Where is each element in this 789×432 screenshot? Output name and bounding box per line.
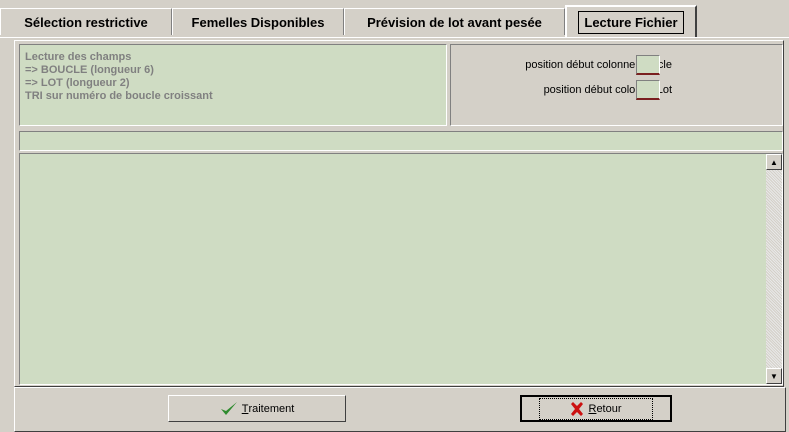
boucle-position-field[interactable] bbox=[636, 55, 660, 75]
scroll-down-icon[interactable]: ▼ bbox=[766, 368, 782, 384]
traitement-mnemonic: T bbox=[241, 402, 249, 415]
tab-selection-restrictive[interactable]: Sélection restrictive bbox=[0, 8, 172, 35]
position-box: position début colonne Boucle position d… bbox=[450, 44, 783, 126]
cross-icon bbox=[570, 401, 584, 416]
file-content-memo[interactable]: ▲ ▼ bbox=[19, 153, 783, 385]
retour-mnemonic: R bbox=[588, 402, 597, 415]
info-box: Lecture des champs => BOUCLE (longueur 6… bbox=[19, 44, 447, 126]
lot-position-field[interactable] bbox=[636, 80, 660, 100]
tab-lecture-fichier[interactable]: Lecture Fichier bbox=[565, 5, 697, 37]
traitement-label: raitement bbox=[248, 402, 295, 415]
tab-label: Sélection restrictive bbox=[24, 14, 148, 30]
tab-divider bbox=[0, 37, 789, 38]
info-line: Lecture des champs bbox=[25, 51, 132, 63]
info-line: TRI sur numéro de boucle croissant bbox=[25, 90, 213, 102]
tab-label: Lecture Fichier bbox=[578, 10, 684, 34]
vertical-scrollbar[interactable]: ▲ ▼ bbox=[766, 154, 782, 384]
tab-label: Prévision de lot avant pesée bbox=[367, 14, 542, 30]
check-icon bbox=[220, 401, 238, 417]
tab-bar: Sélection restrictive Femelles Disponibl… bbox=[0, 0, 789, 38]
retour-focus: Retour bbox=[539, 397, 653, 420]
button-bar: Traitement Retour bbox=[14, 387, 786, 432]
tab-label: Femelles Disponibles bbox=[191, 14, 325, 30]
traitement-button[interactable]: Traitement bbox=[168, 395, 346, 422]
info-line: => BOUCLE (longueur 6) bbox=[25, 64, 154, 76]
tab-prevision-lot[interactable]: Prévision de lot avant pesée bbox=[344, 8, 565, 35]
retour-button[interactable]: Retour bbox=[520, 395, 672, 422]
tab-femelles-disponibles[interactable]: Femelles Disponibles bbox=[172, 8, 344, 35]
status-field bbox=[19, 131, 783, 151]
retour-label: etour bbox=[596, 402, 622, 415]
scroll-up-icon[interactable]: ▲ bbox=[766, 154, 782, 170]
lecture-fichier-panel: Lecture des champs => BOUCLE (longueur 6… bbox=[14, 40, 784, 387]
info-line: => LOT (longueur 2) bbox=[25, 77, 130, 89]
